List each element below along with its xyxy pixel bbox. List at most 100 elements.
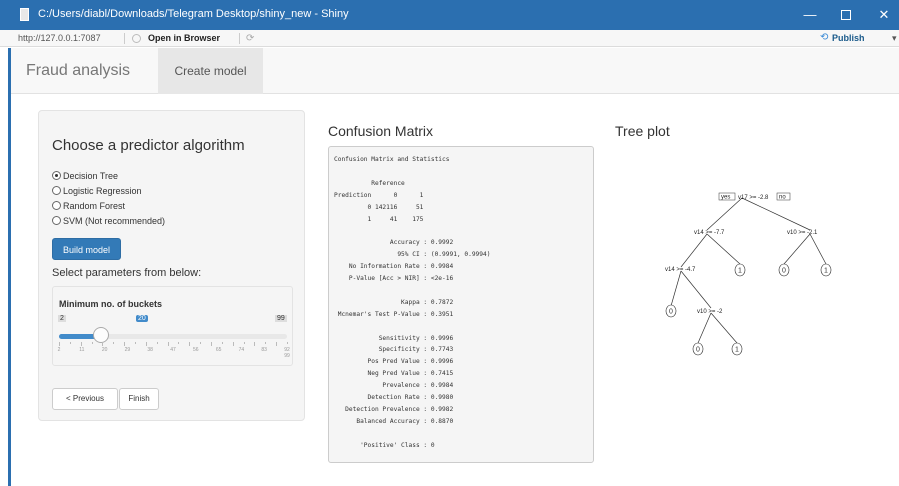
- tree-plot: yes v17 >= -2.8 no v14 >= -7.7 v10 >= -2…: [665, 192, 832, 356]
- slider-tick: [156, 342, 158, 344]
- radio-logistic-regression[interactable]: Logistic Regression: [52, 186, 142, 196]
- slider-tick-label: 2: [57, 347, 61, 353]
- tree-yes-label: yes: [721, 195, 730, 201]
- tree-node-label: v10 >= -2: [697, 309, 723, 315]
- maximize-button[interactable]: [832, 4, 860, 26]
- tree-edge: [680, 270, 712, 309]
- slider-tick: [80, 342, 82, 346]
- publish-button[interactable]: Publish: [832, 33, 865, 43]
- open-in-browser-button[interactable]: Open in Browser: [148, 33, 220, 43]
- tree-edge: [697, 312, 712, 344]
- radio-random-forest[interactable]: Random Forest: [52, 201, 125, 211]
- confusion-line: Mcnemar's Test P-Value : 0.3951: [334, 310, 454, 318]
- confusion-line: Detection Rate : 0.9980: [334, 394, 454, 401]
- tree-edge: [809, 233, 827, 265]
- minimize-button[interactable]: —: [796, 4, 824, 26]
- bucket-slider-group: Minimum no. of buckets 2 20 99 2 11 20 29 38…: [52, 286, 293, 366]
- radio-label: Decision Tree: [63, 171, 119, 181]
- confusion-line: Detection Prevalence : 0.9982: [334, 405, 454, 413]
- app-brand[interactable]: Fraud analysis: [26, 62, 130, 80]
- confusion-line: Kappa : 0.7872: [334, 298, 454, 306]
- separator: [239, 33, 240, 44]
- publish-icon: ⟲: [820, 32, 829, 43]
- tree-edge: [706, 233, 741, 265]
- slider-tick: [211, 342, 212, 346]
- tree-leaf-label: 1: [824, 268, 828, 275]
- close-button[interactable]: ✕: [870, 4, 898, 26]
- confusion-matrix-title: Confusion Matrix: [328, 123, 434, 139]
- tree-no-label: no: [779, 195, 786, 201]
- confusion-line: Confusion Matrix and Statistics: [334, 156, 450, 163]
- tree-edge: [680, 233, 708, 268]
- window-left-edge: [8, 48, 11, 486]
- radio-icon[interactable]: [52, 186, 61, 195]
- previous-button[interactable]: < Previous: [52, 388, 118, 410]
- slider-tick: [221, 342, 223, 344]
- slider-tick: [265, 342, 267, 344]
- tree-leaf-label: 1: [735, 347, 739, 354]
- confusion-line: 'Positive' Class : 0: [334, 441, 435, 449]
- confusion-line: 0 142116 51: [334, 203, 424, 211]
- window-titlebar: C:/Users/diabl/Downloads/Telegram Deskto…: [0, 0, 899, 30]
- slider-tick: [276, 342, 278, 346]
- app-icon: [20, 8, 29, 21]
- confusion-line: Prevalence : 0.9984: [334, 382, 454, 390]
- tree-leaf-label: 0: [782, 268, 786, 275]
- radio-svm[interactable]: SVM (Not recommended): [52, 216, 165, 226]
- confusion-line: Neg Pred Value : 0.7415: [334, 370, 454, 378]
- publish-dropdown-icon[interactable]: ▾: [892, 33, 897, 44]
- slider-tick: [59, 342, 60, 346]
- slider-tick-label: 92 99: [284, 347, 290, 359]
- confusion-line: Pos Pred Value : 0.9996: [334, 358, 454, 366]
- slider-tick: [167, 342, 169, 346]
- confusion-line: Specificity : 0.7743: [334, 346, 454, 354]
- slider-tick-label: 38: [147, 347, 153, 353]
- slider-ticks: 2 11 20 29 38 47 56 65 74 83 92 99: [57, 342, 290, 359]
- slider-tick: [243, 342, 245, 344]
- slider-tick-label: 74: [238, 347, 245, 353]
- slider-tick-label: 20: [101, 347, 108, 353]
- slider-tick: [232, 342, 234, 346]
- confusion-line: Sensitivity : 0.9996: [334, 334, 454, 342]
- tree-node-label: v14 >= -4.7: [665, 267, 696, 273]
- window-title: C:/Users/diabl/Downloads/Telegram Deskto…: [38, 8, 349, 20]
- radio-decision-tree[interactable]: Decision Tree: [52, 171, 118, 181]
- slider-tick-label: 56: [193, 347, 199, 353]
- tree-edge: [783, 233, 811, 265]
- params-label: Select parameters from below:: [52, 267, 202, 279]
- slider-label: Minimum no. of buckets: [59, 299, 163, 309]
- tree-node-label: v14 >= -7.7: [694, 230, 725, 236]
- tree-leaf-label: 1: [738, 268, 742, 275]
- radio-label: Random Forest: [63, 201, 126, 211]
- slider-value-label: 20: [136, 315, 148, 322]
- browser-icon: [132, 34, 141, 43]
- tree-leaf-label: 0: [696, 347, 700, 354]
- slider-tick-label: 65: [215, 347, 222, 353]
- confusion-line: Balanced Accuracy : 0.8870: [334, 417, 454, 425]
- slider-tick: [124, 342, 126, 346]
- radio-icon[interactable]: [52, 201, 61, 210]
- slider-tick-label: 83: [261, 347, 267, 353]
- slider-tick: [135, 342, 136, 344]
- slider-tick: [102, 342, 104, 346]
- slider-tick-label: 11: [79, 347, 85, 353]
- tree-edge: [741, 197, 811, 231]
- slider-tick: [113, 342, 115, 344]
- slider-handle[interactable]: [93, 327, 110, 343]
- tree-edge: [670, 270, 682, 307]
- confusion-line: 95% CI : (0.9991, 0.9994): [334, 251, 491, 259]
- slider-tick: [178, 342, 180, 344]
- slider-tick-label: 47: [170, 347, 176, 353]
- confusion-line: No Information Rate : 0.9984: [334, 263, 454, 271]
- refresh-icon[interactable]: ⟳: [246, 33, 254, 44]
- finish-button[interactable]: Finish: [119, 388, 159, 410]
- url-text[interactable]: http://127.0.0.1:7087: [18, 33, 101, 43]
- radio-icon[interactable]: [52, 216, 61, 225]
- tree-root-label: v17 >= -2.8: [738, 195, 769, 201]
- slider-min-label: 2: [58, 315, 66, 322]
- tab-create-model[interactable]: Create model: [158, 48, 263, 94]
- build-model-button[interactable]: Build model: [52, 238, 121, 260]
- radio-selected-icon[interactable]: [52, 171, 61, 180]
- confusion-matrix-output: Confusion Matrix and Statistics Referenc…: [328, 146, 594, 463]
- address-bar: http://127.0.0.1:7087 Open in Browser ⟳ …: [0, 30, 899, 47]
